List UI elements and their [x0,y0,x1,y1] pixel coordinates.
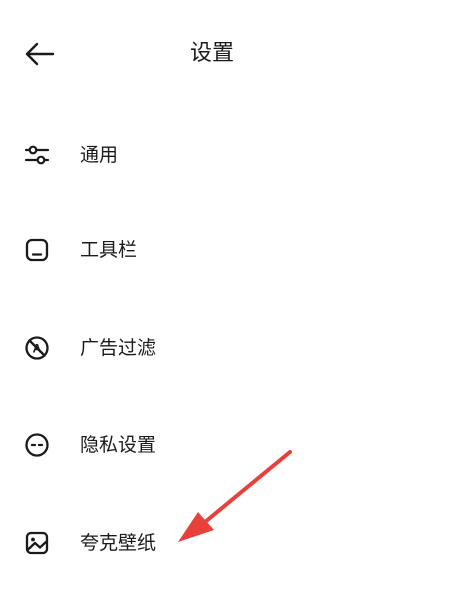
menu-item-label: 隐私设置 [80,434,157,456]
menu-item-wallpaper[interactable]: 夸克壁纸 [0,508,462,578]
menu-item-label: 通用 [80,144,119,166]
menu-item-label: 广告过滤 [80,337,157,359]
page-title: 设置 [190,41,235,66]
menu-item-ad-filter[interactable]: A 广告过滤 [0,313,462,383]
ad-filter-icon: A [22,333,52,363]
menu-item-privacy[interactable]: 隐私设置 [0,410,462,480]
svg-text:A: A [33,342,42,356]
header: 设置 [0,0,462,108]
menu-item-label: 工具栏 [80,239,138,261]
toolbar-icon [22,235,52,265]
menu-item-toolbar[interactable]: 工具栏 [0,215,462,285]
menu-item-label: 夸克壁纸 [80,532,157,554]
privacy-mask-icon [22,430,52,460]
sliders-icon [22,140,52,170]
wallpaper-image-icon [22,528,52,558]
menu-item-general[interactable]: 通用 [0,120,462,190]
